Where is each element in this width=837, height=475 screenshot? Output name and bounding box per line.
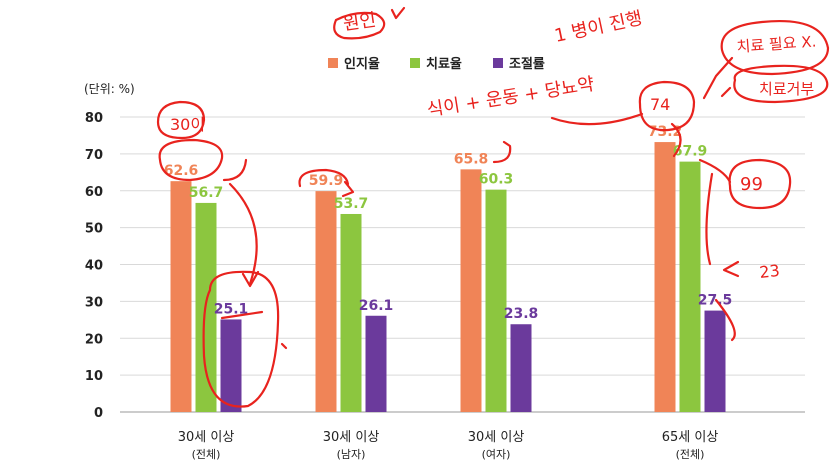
bar bbox=[679, 161, 701, 412]
ink-step-note: 1 병이 진행 bbox=[553, 8, 645, 47]
bars bbox=[170, 142, 726, 412]
x-tick-label: 30세 이상 bbox=[323, 430, 380, 445]
ink-branch-1 bbox=[702, 56, 734, 100]
ink-arrow-599 bbox=[341, 180, 355, 198]
ink-check bbox=[390, 6, 406, 20]
ink-twenty-three: 23 bbox=[758, 261, 780, 282]
bar bbox=[315, 191, 337, 412]
legend-label: 조절률 bbox=[509, 57, 545, 72]
bar bbox=[220, 319, 242, 412]
x-tick-label: 65세 이상 bbox=[662, 430, 719, 445]
bar bbox=[510, 324, 532, 412]
x-tick-sublabel: (남자) bbox=[337, 448, 366, 461]
data-label: 60.3 bbox=[479, 172, 514, 188]
ink-ratio-note: 99 bbox=[740, 174, 763, 195]
bar bbox=[170, 181, 192, 412]
ink-underline bbox=[550, 112, 644, 126]
y-tick-label: 60 bbox=[85, 185, 103, 200]
data-label: 23.8 bbox=[504, 306, 539, 322]
x-tick-label: 30세 이상 bbox=[468, 430, 525, 445]
ink-link-99 bbox=[698, 158, 732, 184]
ink-refuse-note: 치료거부 bbox=[759, 80, 814, 98]
ink-seventy-four: 74 bbox=[650, 95, 670, 114]
data-label: 59.9 bbox=[309, 173, 344, 189]
y-tick-label: 20 bbox=[85, 332, 103, 347]
y-tick-label: 0 bbox=[94, 406, 103, 421]
x-tick-sublabel: (여자) bbox=[482, 448, 511, 461]
legend: 인지율 치료율 조절률 bbox=[328, 56, 545, 72]
bar bbox=[704, 310, 726, 412]
ink-branch-2 bbox=[720, 86, 732, 98]
legend-swatch bbox=[328, 58, 338, 68]
legend-label: 치료율 bbox=[426, 56, 462, 72]
unit-label: (단위: %) bbox=[84, 82, 135, 96]
data-label: 27.5 bbox=[698, 293, 733, 309]
data-label: 56.7 bbox=[189, 185, 224, 201]
y-tick-label: 40 bbox=[85, 259, 103, 274]
data-label: 62.6 bbox=[164, 163, 199, 179]
data-label: 53.7 bbox=[334, 196, 369, 212]
y-tick-label: 30 bbox=[85, 295, 103, 310]
bar bbox=[460, 169, 482, 412]
ink-arrow-down bbox=[228, 182, 258, 286]
y-tick-label: 80 bbox=[85, 111, 103, 126]
ink-tick-626 bbox=[222, 158, 248, 182]
y-tick-label: 70 bbox=[85, 148, 103, 163]
ink-arrow-658 bbox=[492, 140, 512, 164]
y-tick-label: 50 bbox=[85, 222, 103, 237]
legend-swatch bbox=[410, 58, 420, 68]
bar-chart: 62.656.725.159.953.726.165.860.323.873.2… bbox=[84, 6, 830, 461]
data-label: 26.1 bbox=[359, 298, 394, 314]
legend-swatch bbox=[493, 58, 503, 68]
data-label: 65.8 bbox=[454, 151, 489, 167]
x-tick-sublabel: (전체) bbox=[192, 448, 221, 461]
y-tick-label: 10 bbox=[85, 369, 103, 384]
bar bbox=[485, 189, 507, 412]
bar bbox=[365, 315, 387, 412]
x-tick-label: 30세 이상 bbox=[178, 430, 235, 445]
ink-cause-note: 식이 + 운동 + 당뇨약 bbox=[425, 74, 595, 121]
data-label: 73.2 bbox=[648, 124, 683, 140]
chart-stage: 62.6 56.7 25.1 59.9 53.7 26.1 65.8 60.3 23.8 73.2… bbox=[0, 0, 837, 475]
legend-label: 인지율 bbox=[344, 56, 380, 72]
bar bbox=[654, 142, 676, 412]
x-tick-sublabel: (전체) bbox=[676, 448, 705, 461]
ink-no-treatment: 치료 필요 X. bbox=[736, 32, 817, 56]
ink-dot bbox=[280, 342, 288, 350]
ink-curve-right bbox=[705, 172, 714, 266]
